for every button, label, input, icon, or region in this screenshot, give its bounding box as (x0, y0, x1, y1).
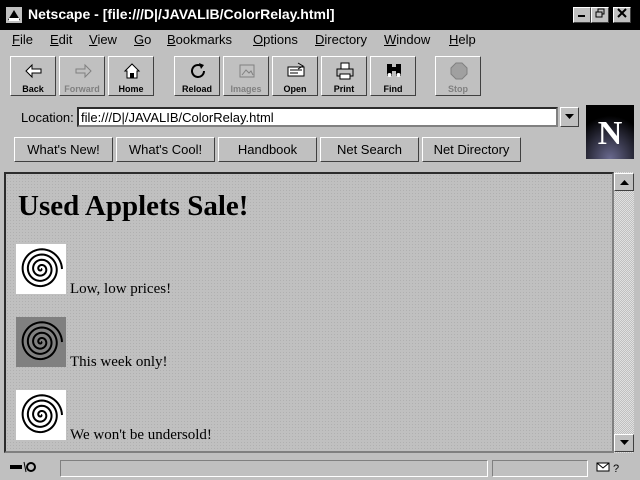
chevron-down-icon (565, 114, 574, 119)
reload-icon (191, 63, 205, 78)
location-label: Location: (21, 110, 74, 125)
netscape-app-icon[interactable] (6, 7, 22, 23)
svg-text:N: N (598, 115, 623, 152)
menu-go[interactable]: Go (134, 32, 151, 47)
scroll-up-button[interactable] (614, 173, 634, 191)
status-bar: ? (0, 457, 640, 480)
arrow-up-icon (619, 180, 629, 185)
menu-view[interactable]: View (89, 32, 117, 47)
menu-edit[interactable]: Edit (50, 32, 72, 47)
progress-field (492, 460, 588, 477)
menu-file[interactable]: File (12, 32, 33, 47)
item-text-3: We won't be undersold! (70, 427, 212, 443)
page-heading: Used Applets Sale! (18, 190, 249, 222)
menu-directory[interactable]: Directory (315, 32, 367, 47)
images-button[interactable]: Images (223, 56, 269, 96)
item-text-2: This week only! (70, 354, 168, 370)
whats-cool-button[interactable]: What's Cool! (116, 137, 215, 162)
menu-window[interactable]: Window (384, 32, 430, 47)
stop-button[interactable]: Stop (435, 56, 481, 96)
forward-arrow-icon (75, 63, 92, 79)
svg-text:?: ? (613, 463, 619, 474)
window-title: Netscape - [file:///D|/JAVALIB/ColorRela… (28, 6, 335, 22)
mail-indicator[interactable]: ? (594, 460, 634, 477)
spiral-image-2[interactable] (16, 317, 66, 367)
menu-bar: File Edit View Go Bookmarks Options Dire… (0, 30, 640, 50)
menu-help[interactable]: Help (449, 32, 476, 47)
minimize-button[interactable] (573, 7, 591, 23)
menu-bookmarks[interactable]: Bookmarks (167, 32, 232, 47)
back-button[interactable]: Back (10, 56, 56, 96)
open-button[interactable]: Open (272, 56, 318, 96)
handbook-button[interactable]: Handbook (218, 137, 317, 162)
home-button[interactable]: Home (108, 56, 154, 96)
security-indicator[interactable] (4, 460, 54, 477)
close-icon (617, 8, 627, 18)
net-search-button[interactable]: Net Search (320, 137, 419, 162)
scroll-down-button[interactable] (614, 434, 634, 452)
arrow-down-icon (619, 440, 629, 445)
location-bar: Location: file:///D|/JAVALIB/ColorRelay.… (0, 104, 585, 130)
netscape-logo[interactable]: N (586, 105, 634, 159)
status-message-field (60, 460, 488, 477)
restore-icon (595, 8, 605, 18)
stop-icon (450, 62, 468, 80)
net-directory-button[interactable]: Net Directory (422, 137, 521, 162)
binoculars-icon (387, 64, 401, 77)
spiral-image-1[interactable] (16, 244, 66, 294)
print-button[interactable]: Print (321, 56, 367, 96)
vertical-scrollbar[interactable] (614, 172, 634, 453)
minimize-icon (578, 15, 585, 17)
whats-new-button[interactable]: What's New! (14, 137, 113, 162)
spiral-image-3[interactable] (16, 390, 66, 440)
back-arrow-icon (25, 63, 42, 79)
maximize-button[interactable] (591, 7, 609, 23)
menu-options[interactable]: Options (253, 32, 298, 47)
netscape-n-icon: N (586, 105, 634, 159)
close-button[interactable] (613, 7, 631, 23)
reload-button[interactable]: Reload (174, 56, 220, 96)
forward-button[interactable]: Forward (59, 56, 105, 96)
home-icon (123, 63, 141, 79)
broken-key-icon (10, 461, 36, 473)
find-button[interactable]: Find (370, 56, 416, 96)
open-icon (287, 62, 305, 77)
page-content[interactable]: Used Applets Sale! Low, low prices! This… (4, 172, 614, 453)
toolbar: Back Forward Home Reload Images Open Pri… (0, 52, 640, 100)
printer-icon (336, 62, 354, 80)
location-input[interactable]: file:///D|/JAVALIB/ColorRelay.html (77, 107, 558, 127)
title-bar: Netscape - [file:///D|/JAVALIB/ColorRela… (0, 0, 640, 30)
images-icon (239, 64, 255, 78)
item-text-1: Low, low prices! (70, 281, 172, 297)
location-dropdown-button[interactable] (560, 107, 579, 127)
mail-icon: ? (596, 462, 619, 475)
